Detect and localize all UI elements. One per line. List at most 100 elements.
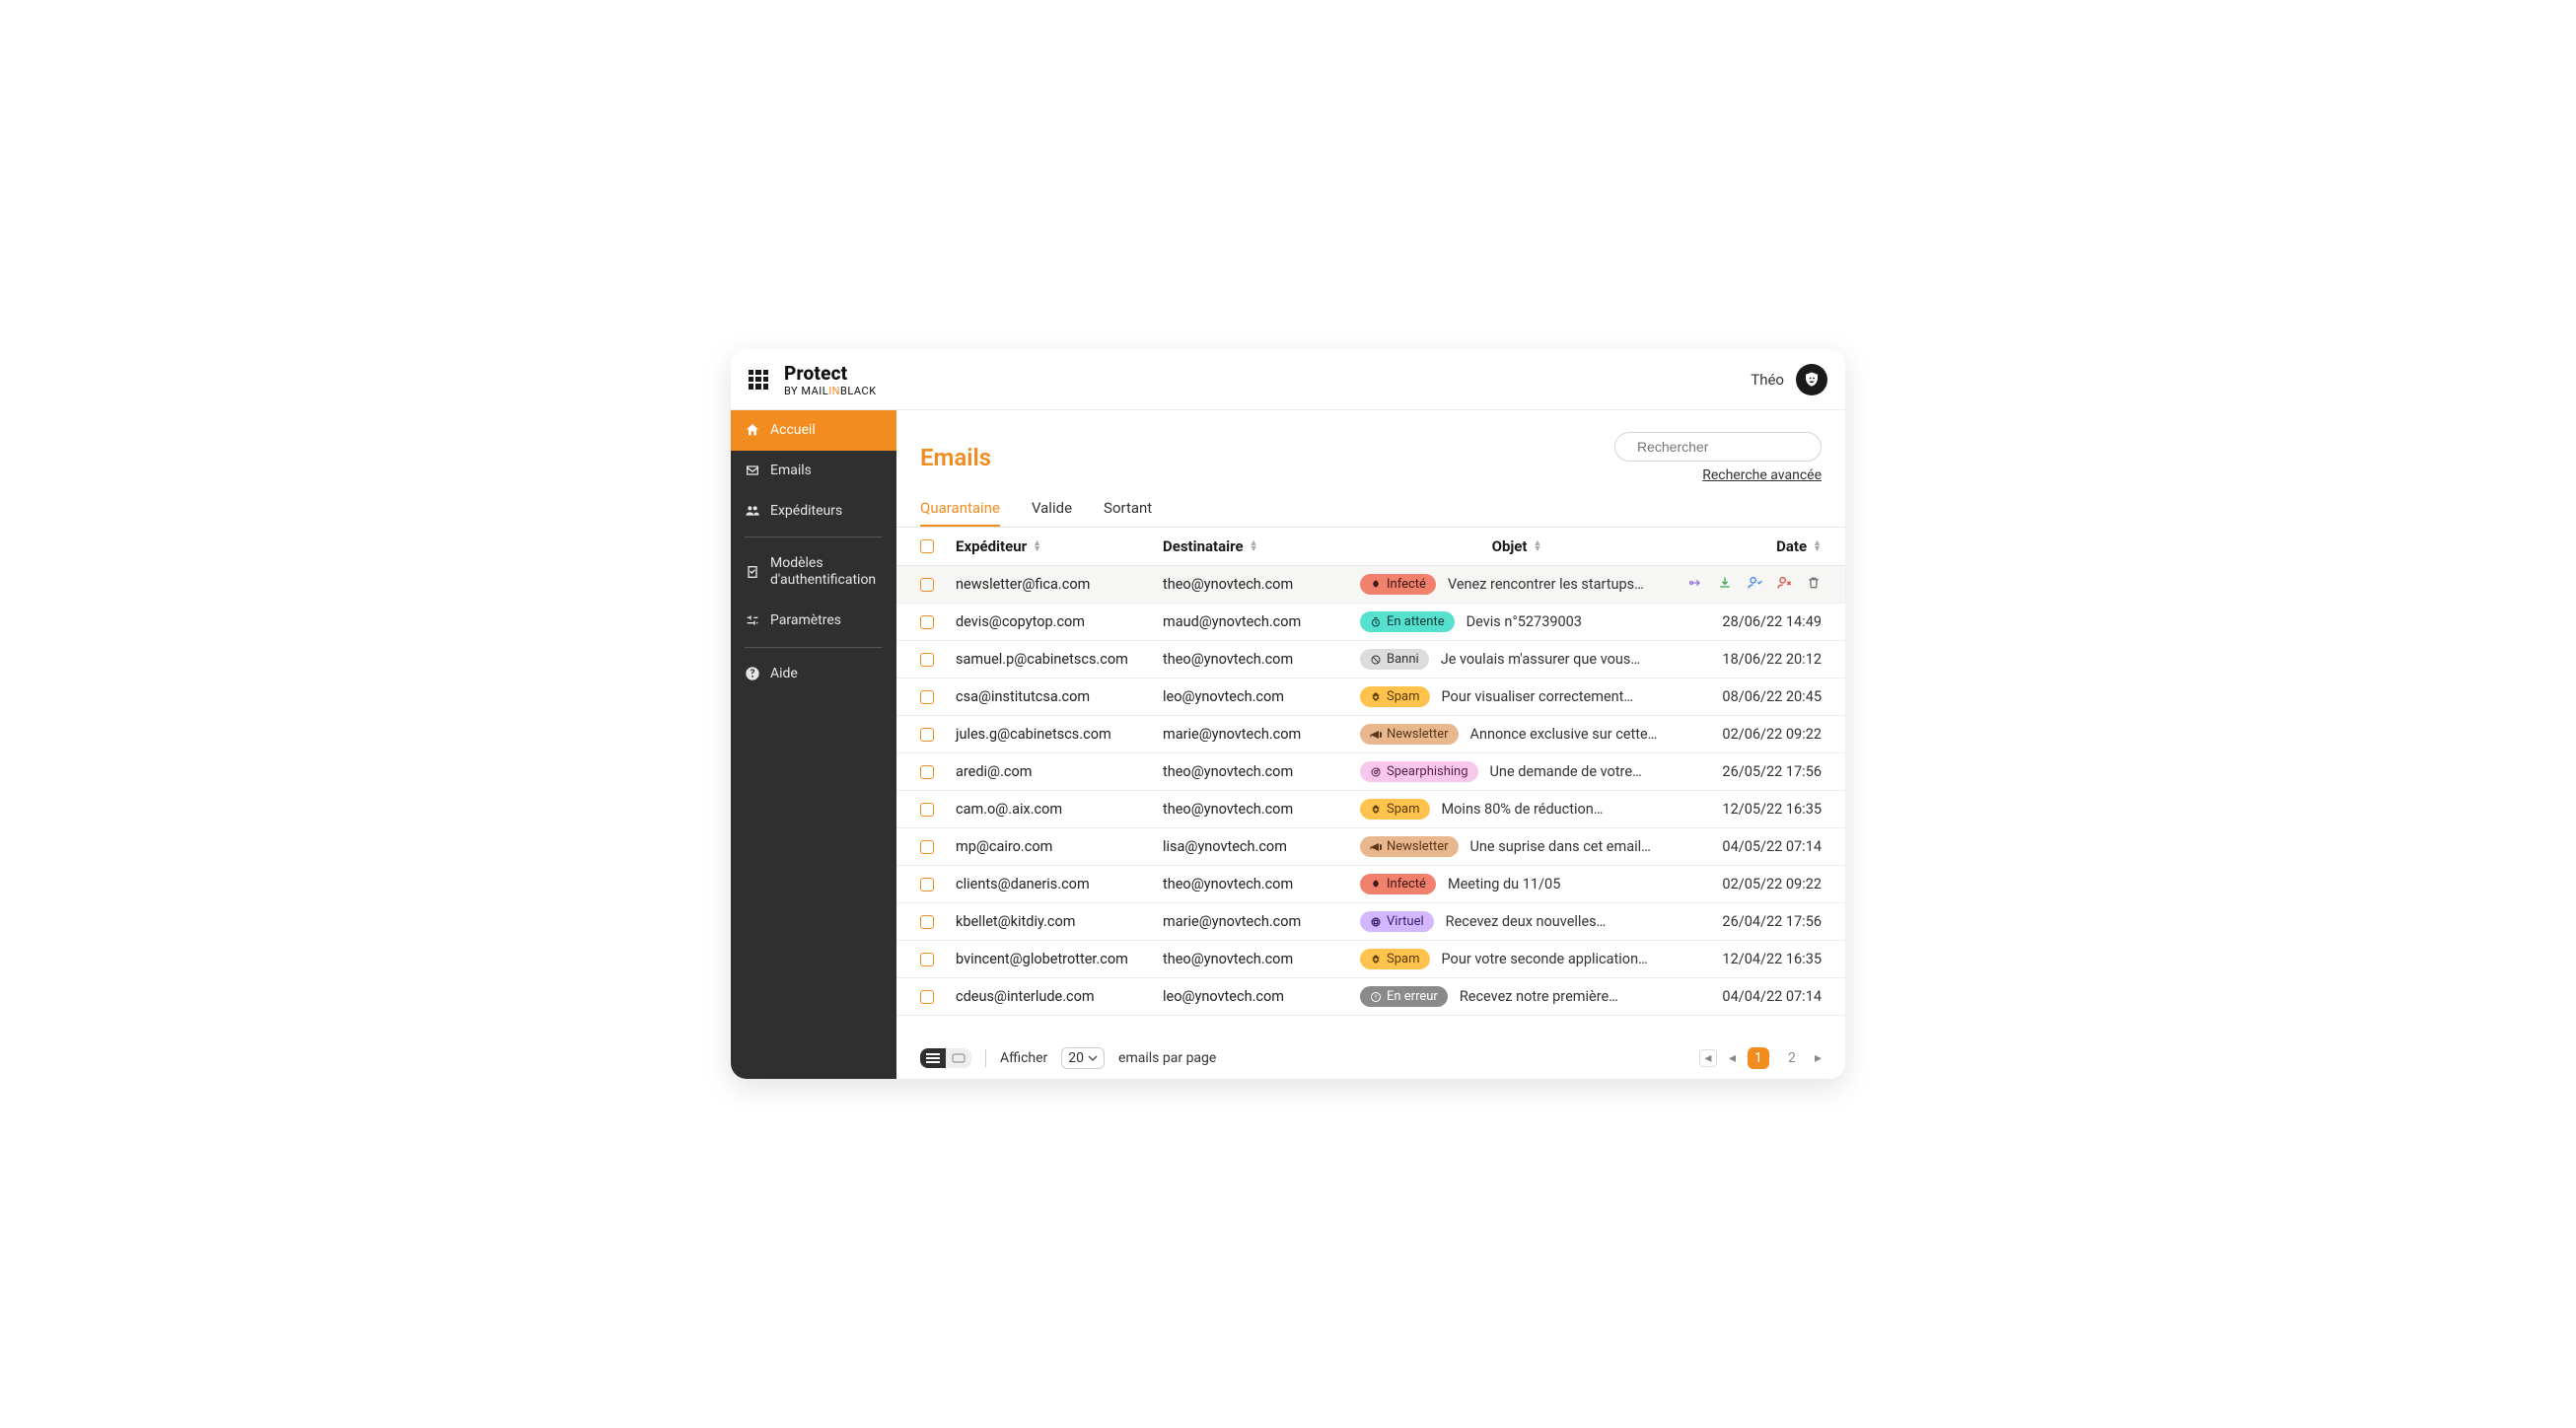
search-input[interactable] xyxy=(1637,439,1816,455)
user-avatar[interactable] xyxy=(1796,364,1827,395)
sidebar-item-emails[interactable]: Emails xyxy=(731,451,896,491)
recipient-cell: theo@ynovtech.com xyxy=(1163,876,1350,892)
tab-quarantaine[interactable]: Quarantaine xyxy=(920,499,1000,527)
sidebar: Accueil Emails Expéditeurs Modèles d'aut… xyxy=(731,410,896,1079)
table-row[interactable]: samuel.p@cabinetscs.com theo@ynovtech.co… xyxy=(896,641,1845,678)
tab-sortant[interactable]: Sortant xyxy=(1104,499,1152,527)
view-list-icon[interactable] xyxy=(920,1048,946,1068)
advanced-search-link[interactable]: Recherche avancée xyxy=(1702,467,1822,483)
user-name: Théo xyxy=(1751,371,1784,389)
pager-page-2[interactable]: 2 xyxy=(1781,1047,1803,1069)
date-cell: 12/04/22 16:35 xyxy=(1683,951,1822,967)
table-row[interactable]: cam.o@.aix.com theo@ynovtech.com Spam Mo… xyxy=(896,791,1845,828)
sidebar-item-accueil[interactable]: Accueil xyxy=(731,410,896,451)
pager-next[interactable]: ▸ xyxy=(1815,1050,1822,1066)
subject-cell: Spam Moins 80% de réduction… xyxy=(1360,799,1674,820)
show-label: Afficher xyxy=(1000,1050,1047,1066)
column-subject[interactable]: Objet▲▼ xyxy=(1360,537,1674,555)
row-checkbox[interactable] xyxy=(920,990,934,1004)
table-row[interactable]: cdeus@interlude.com leo@ynovtech.com En … xyxy=(896,978,1845,1016)
brand: Protect BY MAILINBLACK xyxy=(784,362,877,397)
search-box[interactable] xyxy=(1614,432,1822,462)
sender-cell: jules.g@cabinetscs.com xyxy=(956,726,1153,743)
column-recipient[interactable]: Destinataire▲▼ xyxy=(1163,537,1350,555)
status-badge: Infecté xyxy=(1360,874,1436,894)
row-checkbox[interactable] xyxy=(920,728,934,742)
subject-text: Moins 80% de réduction… xyxy=(1442,801,1604,818)
download-icon[interactable] xyxy=(1717,575,1733,595)
sidebar-item-aide[interactable]: Aide xyxy=(731,654,896,694)
date-cell: 04/05/22 07:14 xyxy=(1683,838,1822,855)
table-row[interactable]: bvincent@globetrotter.com theo@ynovtech.… xyxy=(896,941,1845,978)
column-sender[interactable]: Expéditeur▲▼ xyxy=(956,537,1153,555)
subject-cell: Infecté Meeting du 11/05 xyxy=(1360,874,1674,894)
recipient-cell: theo@ynovtech.com xyxy=(1163,763,1350,780)
table-row[interactable]: jules.g@cabinetscs.com marie@ynovtech.co… xyxy=(896,716,1845,753)
status-badge: Spam xyxy=(1360,799,1430,820)
row-checkbox[interactable] xyxy=(920,578,934,592)
table-body: newsletter@fica.com theo@ynovtech.com In… xyxy=(896,566,1845,1037)
table-row[interactable]: aredi@.com theo@ynovtech.com Spearphishi… xyxy=(896,753,1845,791)
status-badge: Infecté xyxy=(1360,574,1436,595)
recipient-cell: leo@ynovtech.com xyxy=(1163,688,1350,705)
sidebar-item-label: Paramètres xyxy=(770,612,841,629)
pager-page-1[interactable]: 1 xyxy=(1748,1047,1769,1069)
table-row[interactable]: devis@copytop.com maud@ynovtech.com En a… xyxy=(896,604,1845,641)
pager-prev[interactable]: ◂ xyxy=(1729,1050,1736,1066)
row-checkbox[interactable] xyxy=(920,690,934,704)
sender-cell: kbellet@kitdiy.com xyxy=(956,913,1153,930)
table-header: Expéditeur▲▼ Destinataire▲▼ Objet▲▼ Date… xyxy=(896,528,1845,566)
subject-text: Recevez notre première… xyxy=(1460,988,1618,1005)
table-row[interactable]: csa@institutcsa.com leo@ynovtech.com Spa… xyxy=(896,678,1845,716)
table-row[interactable]: newsletter@fica.com theo@ynovtech.com In… xyxy=(896,566,1845,604)
sidebar-item-label: Expéditeurs xyxy=(770,503,842,520)
envelope-icon xyxy=(745,463,760,478)
topbar: Protect BY MAILINBLACK Théo xyxy=(731,349,1845,410)
row-checkbox[interactable] xyxy=(920,840,934,854)
row-checkbox[interactable] xyxy=(920,653,934,667)
release-icon[interactable] xyxy=(1687,575,1703,595)
sender-cell: mp@cairo.com xyxy=(956,838,1153,855)
home-icon xyxy=(745,422,760,438)
sidebar-item-parametres[interactable]: Paramètres xyxy=(731,601,896,641)
brand-title: Protect xyxy=(784,362,877,385)
sidebar-item-label: Emails xyxy=(770,463,812,479)
subject-text: Pour visualiser correctement… xyxy=(1442,688,1634,705)
row-checkbox[interactable] xyxy=(920,953,934,966)
row-checkbox[interactable] xyxy=(920,615,934,629)
user-allow-icon[interactable] xyxy=(1747,575,1762,595)
user-block-icon[interactable] xyxy=(1776,575,1792,595)
subject-cell: Banni Je voulais m'assurer que vous… xyxy=(1360,649,1674,670)
row-checkbox[interactable] xyxy=(920,803,934,817)
tab-valide[interactable]: Valide xyxy=(1032,499,1072,527)
status-badge: Spearphishing xyxy=(1360,761,1478,782)
sidebar-divider xyxy=(745,647,883,648)
view-card-icon[interactable] xyxy=(946,1048,971,1068)
page-title: Emails xyxy=(920,444,991,471)
view-toggle[interactable] xyxy=(920,1048,971,1068)
per-page-select[interactable]: 20 xyxy=(1061,1047,1105,1069)
delete-icon[interactable] xyxy=(1806,575,1822,595)
pager-first[interactable]: ◂ xyxy=(1699,1049,1717,1067)
sliders-icon xyxy=(745,612,760,628)
note-check-icon xyxy=(745,564,760,580)
select-all-checkbox[interactable] xyxy=(920,539,934,553)
sidebar-item-expediteurs[interactable]: Expéditeurs xyxy=(731,491,896,532)
apps-grid-icon[interactable] xyxy=(749,370,768,390)
row-checkbox[interactable] xyxy=(920,915,934,929)
subject-cell: Spam Pour votre seconde application… xyxy=(1360,949,1674,969)
table-row[interactable]: clients@daneris.com theo@ynovtech.com In… xyxy=(896,866,1845,903)
table-row[interactable]: kbellet@kitdiy.com marie@ynovtech.com Vi… xyxy=(896,903,1845,941)
sidebar-item-modeles[interactable]: Modèles d'authentification xyxy=(731,543,896,601)
status-badge: En erreur xyxy=(1360,986,1448,1007)
date-cell: 18/06/22 20:12 xyxy=(1683,651,1822,668)
subject-text: Devis n°52739003 xyxy=(1467,613,1582,630)
column-date[interactable]: Date▲▼ xyxy=(1683,537,1822,555)
row-checkbox[interactable] xyxy=(920,878,934,892)
app-window: Protect BY MAILINBLACK Théo Accueil Emai… xyxy=(731,349,1845,1079)
subject-cell: Virtuel Recevez deux nouvelles… xyxy=(1360,911,1674,932)
brand-subtitle: BY MAILINBLACK xyxy=(784,385,877,397)
table-row[interactable]: mp@cairo.com lisa@ynovtech.com Newslette… xyxy=(896,828,1845,866)
sender-cell: cdeus@interlude.com xyxy=(956,988,1153,1005)
row-checkbox[interactable] xyxy=(920,765,934,779)
